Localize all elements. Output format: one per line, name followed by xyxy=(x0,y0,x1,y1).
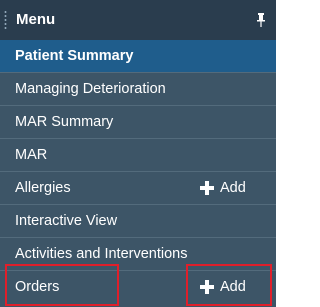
menu-item-interactive-view[interactable]: Interactive View xyxy=(0,205,276,238)
menu-item-label: MAR Summary xyxy=(15,114,114,130)
menu-item-mar[interactable]: MAR xyxy=(0,139,276,172)
menu-item-label: Managing Deterioration xyxy=(15,81,166,97)
menu-item-activities-and-interventions[interactable]: Activities and Interventions xyxy=(0,238,276,271)
add-orders-button[interactable]: Add xyxy=(200,271,260,303)
grip-icon[interactable] xyxy=(4,10,7,30)
pin-icon[interactable] xyxy=(256,13,266,27)
menu-header: Menu xyxy=(0,0,276,41)
add-label: Add xyxy=(220,279,246,295)
plus-icon xyxy=(200,181,214,195)
add-allergies-button[interactable]: Add xyxy=(200,172,260,204)
add-label: Add xyxy=(220,180,246,196)
menu-item-patient-summary[interactable]: Patient Summary xyxy=(0,40,276,73)
menu-item-label: Orders xyxy=(15,279,60,295)
menu-item-orders[interactable]: Orders Add xyxy=(0,271,276,304)
menu-item-label: MAR xyxy=(15,147,48,163)
menu-item-managing-deterioration[interactable]: Managing Deterioration xyxy=(0,73,276,106)
menu-panel: Menu Patient Summary Managing Deteriorat… xyxy=(0,0,276,307)
menu-item-label: Allergies xyxy=(15,180,71,196)
menu-item-label: Patient Summary xyxy=(15,48,134,64)
plus-icon xyxy=(200,280,214,294)
menu-item-mar-summary[interactable]: MAR Summary xyxy=(0,106,276,139)
menu-item-label: Activities and Interventions xyxy=(15,246,188,262)
menu-item-label: Interactive View xyxy=(15,213,118,229)
menu-title: Menu xyxy=(16,11,56,28)
menu-item-allergies[interactable]: Allergies Add xyxy=(0,172,276,205)
